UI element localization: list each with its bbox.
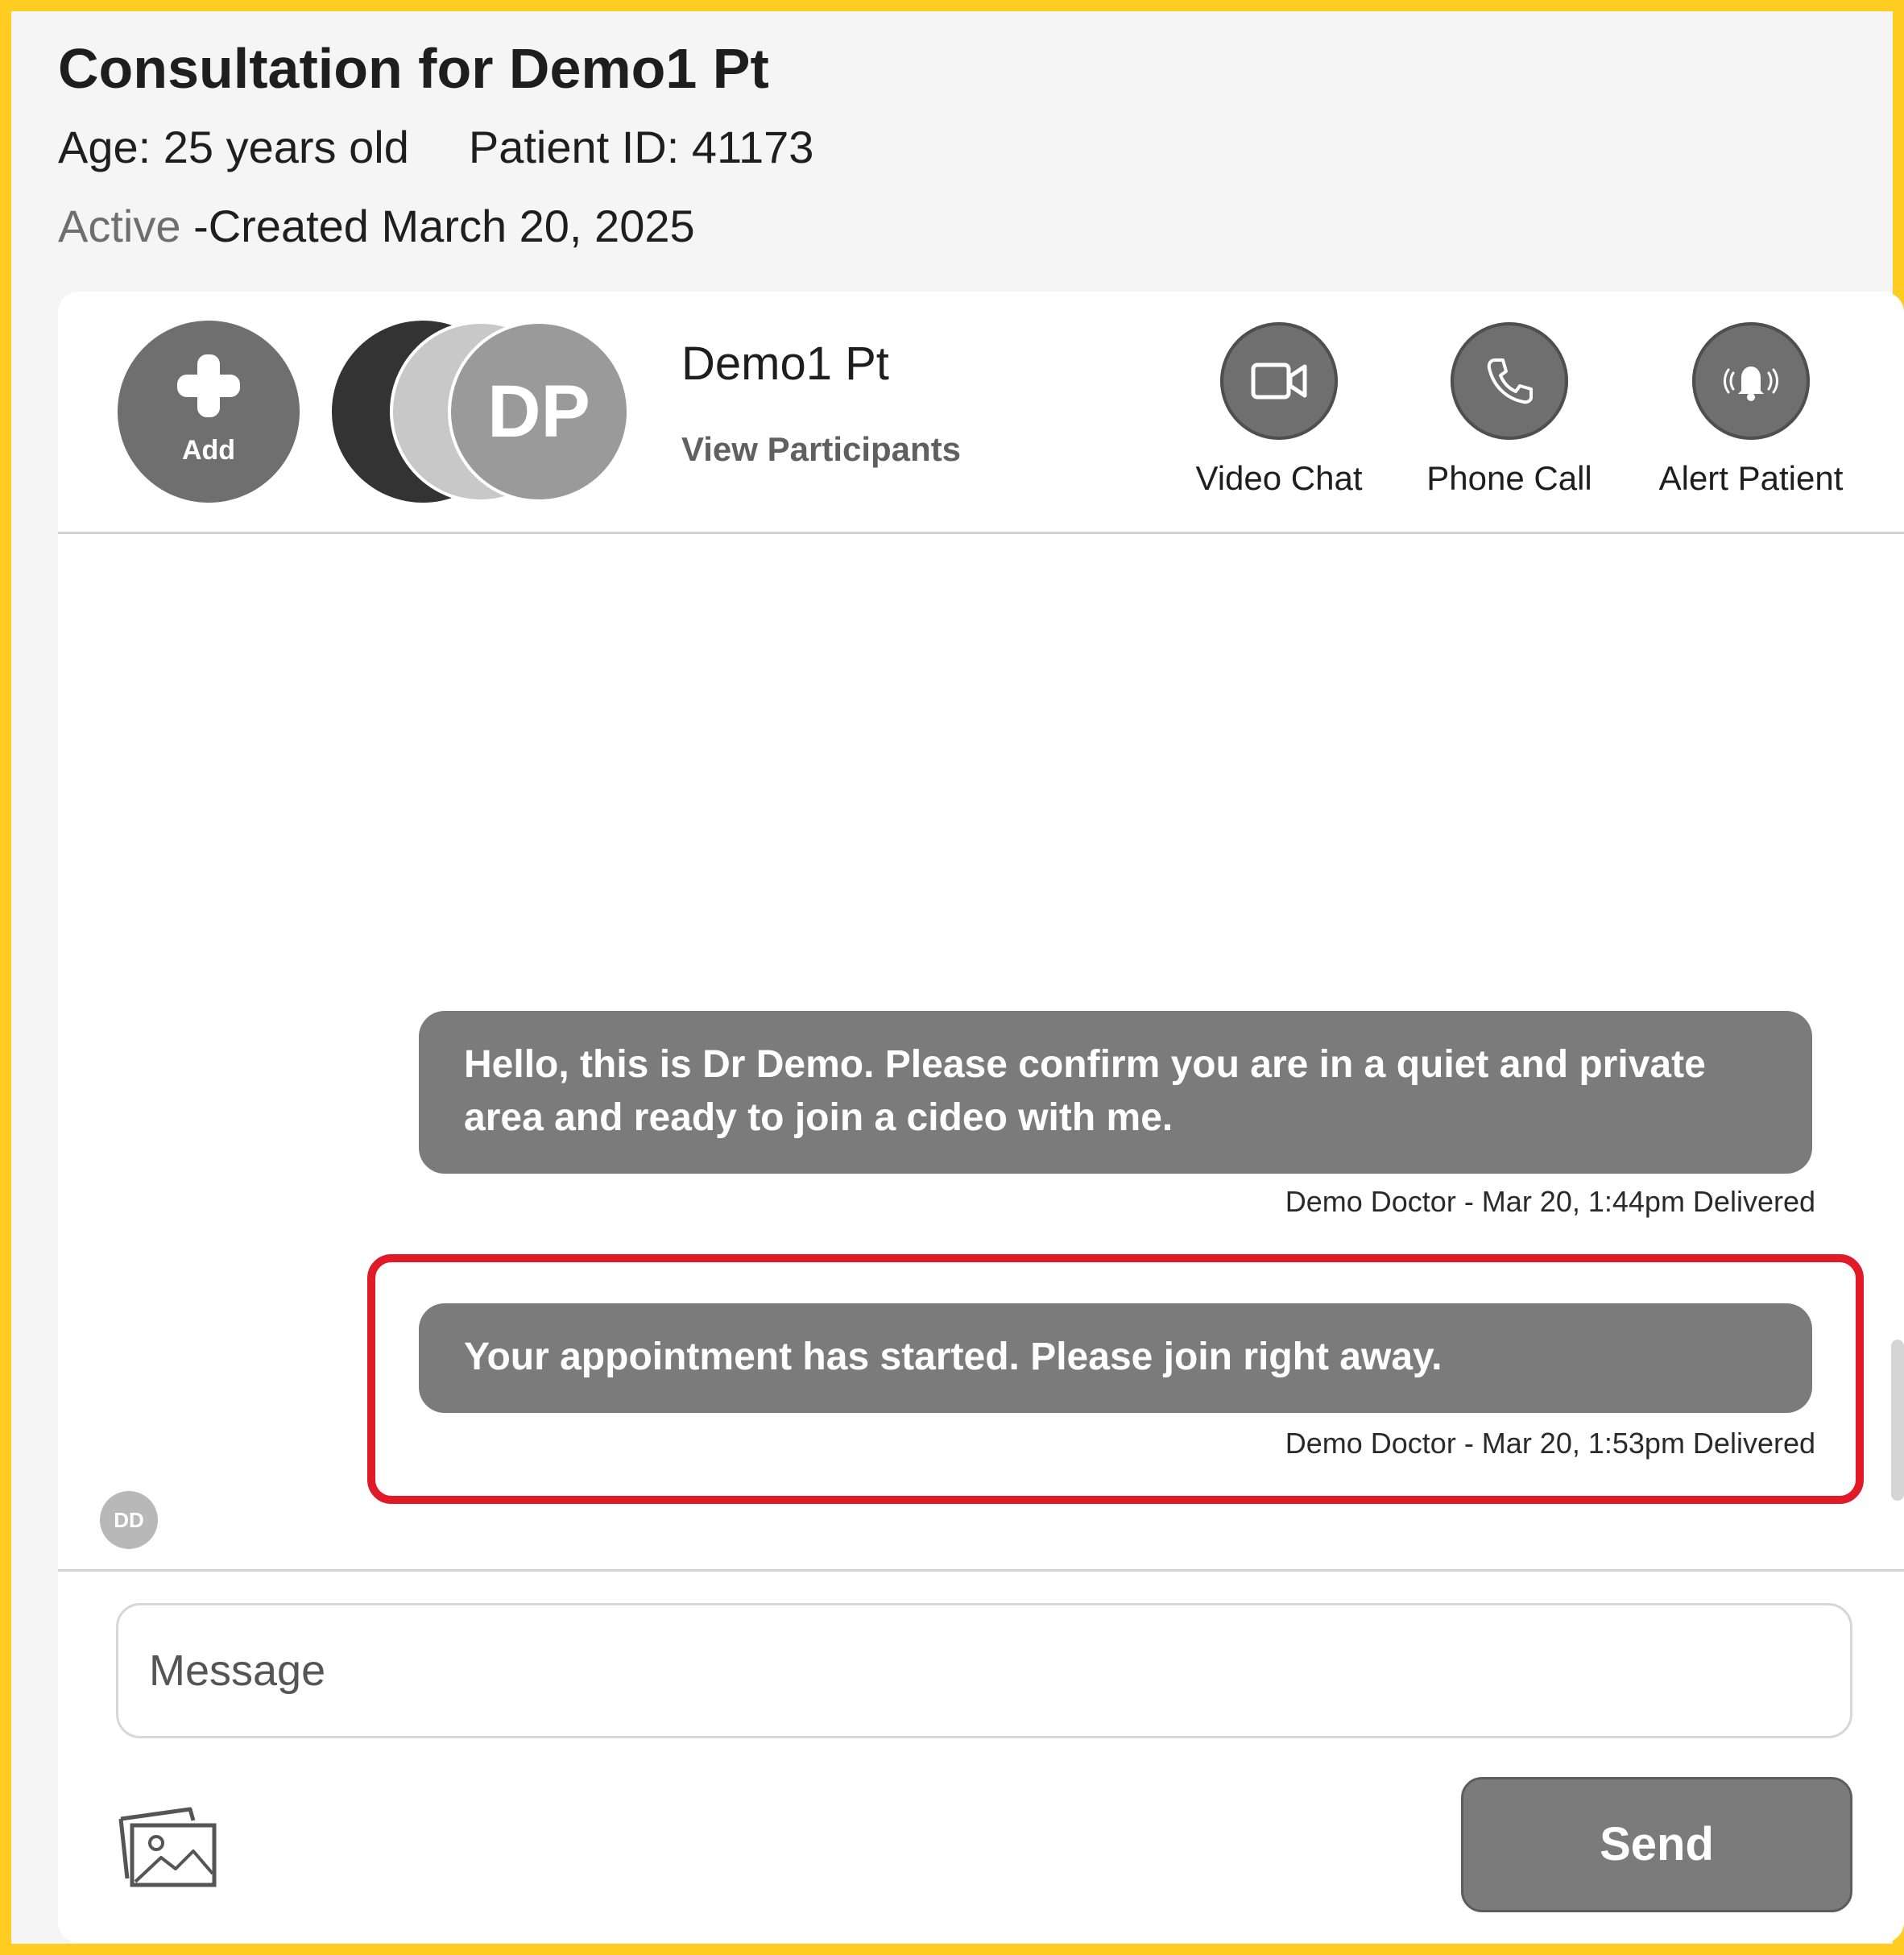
participant-name: Demo1 Pt <box>681 338 889 390</box>
add-participant-button[interactable]: Add <box>118 321 300 503</box>
chat-header: Add DP Demo1 Pt View Participants Video … <box>58 292 1904 534</box>
screenshot-frame: Consultation for Demo1 Pt Age: 25 years … <box>0 0 1904 1955</box>
participant-avatars[interactable]: DP <box>332 321 654 503</box>
composer-divider <box>58 1569 1904 1572</box>
add-label: Add <box>181 435 236 466</box>
message-meta: Demo Doctor - Mar 20, 1:53pm Delivered <box>1285 1427 1815 1460</box>
alert-patient-button[interactable]: Alert Patient <box>1646 322 1856 498</box>
phone-icon <box>1487 358 1533 404</box>
bell-ringing-icon <box>1724 367 1778 401</box>
send-button[interactable]: Send <box>1461 1777 1852 1912</box>
video-camera-icon <box>1251 362 1307 400</box>
scrollbar[interactable] <box>1891 1340 1904 1501</box>
sender-avatar: DD <box>100 1491 158 1549</box>
alert-patient-label: Alert Patient <box>1658 459 1844 497</box>
attach-image-button[interactable] <box>116 1804 219 1890</box>
video-chat-button[interactable]: Video Chat <box>1174 322 1384 498</box>
phone-call-button[interactable]: Phone Call <box>1405 322 1614 498</box>
patient-age: Age: 25 years old <box>58 122 409 172</box>
view-participants-link[interactable]: View Participants <box>681 430 961 469</box>
avatar: DP <box>448 321 630 503</box>
patient-meta: Age: 25 years old Patient ID: 41173 <box>58 119 813 176</box>
consultation-status: Active -Created March 20, 2025 <box>58 198 813 255</box>
chat-card: Add DP Demo1 Pt View Participants Video … <box>58 292 1904 1943</box>
message-list[interactable]: Hello, this is Dr Demo. Please confirm y… <box>58 534 1904 1569</box>
page-title: Consultation for Demo1 Pt <box>58 37 769 100</box>
phone-call-label: Phone Call <box>1426 459 1592 497</box>
message-meta: Demo Doctor - Mar 20, 1:44pm Delivered <box>1285 1185 1815 1218</box>
created-date: -Created March 20, 2025 <box>193 201 695 251</box>
image-gallery-icon <box>118 1807 217 1887</box>
status-badge: Active <box>58 201 181 251</box>
message-bubble: Hello, this is Dr Demo. Please confirm y… <box>419 1011 1812 1174</box>
message-input[interactable] <box>116 1603 1852 1738</box>
plus-icon <box>177 354 240 417</box>
message-bubble: Your appointment has started. Please joi… <box>419 1303 1812 1413</box>
consultation-header: Consultation for Demo1 Pt Age: 25 years … <box>58 34 813 255</box>
video-chat-label: Video Chat <box>1195 459 1363 497</box>
patient-id: Patient ID: 41173 <box>468 122 814 172</box>
